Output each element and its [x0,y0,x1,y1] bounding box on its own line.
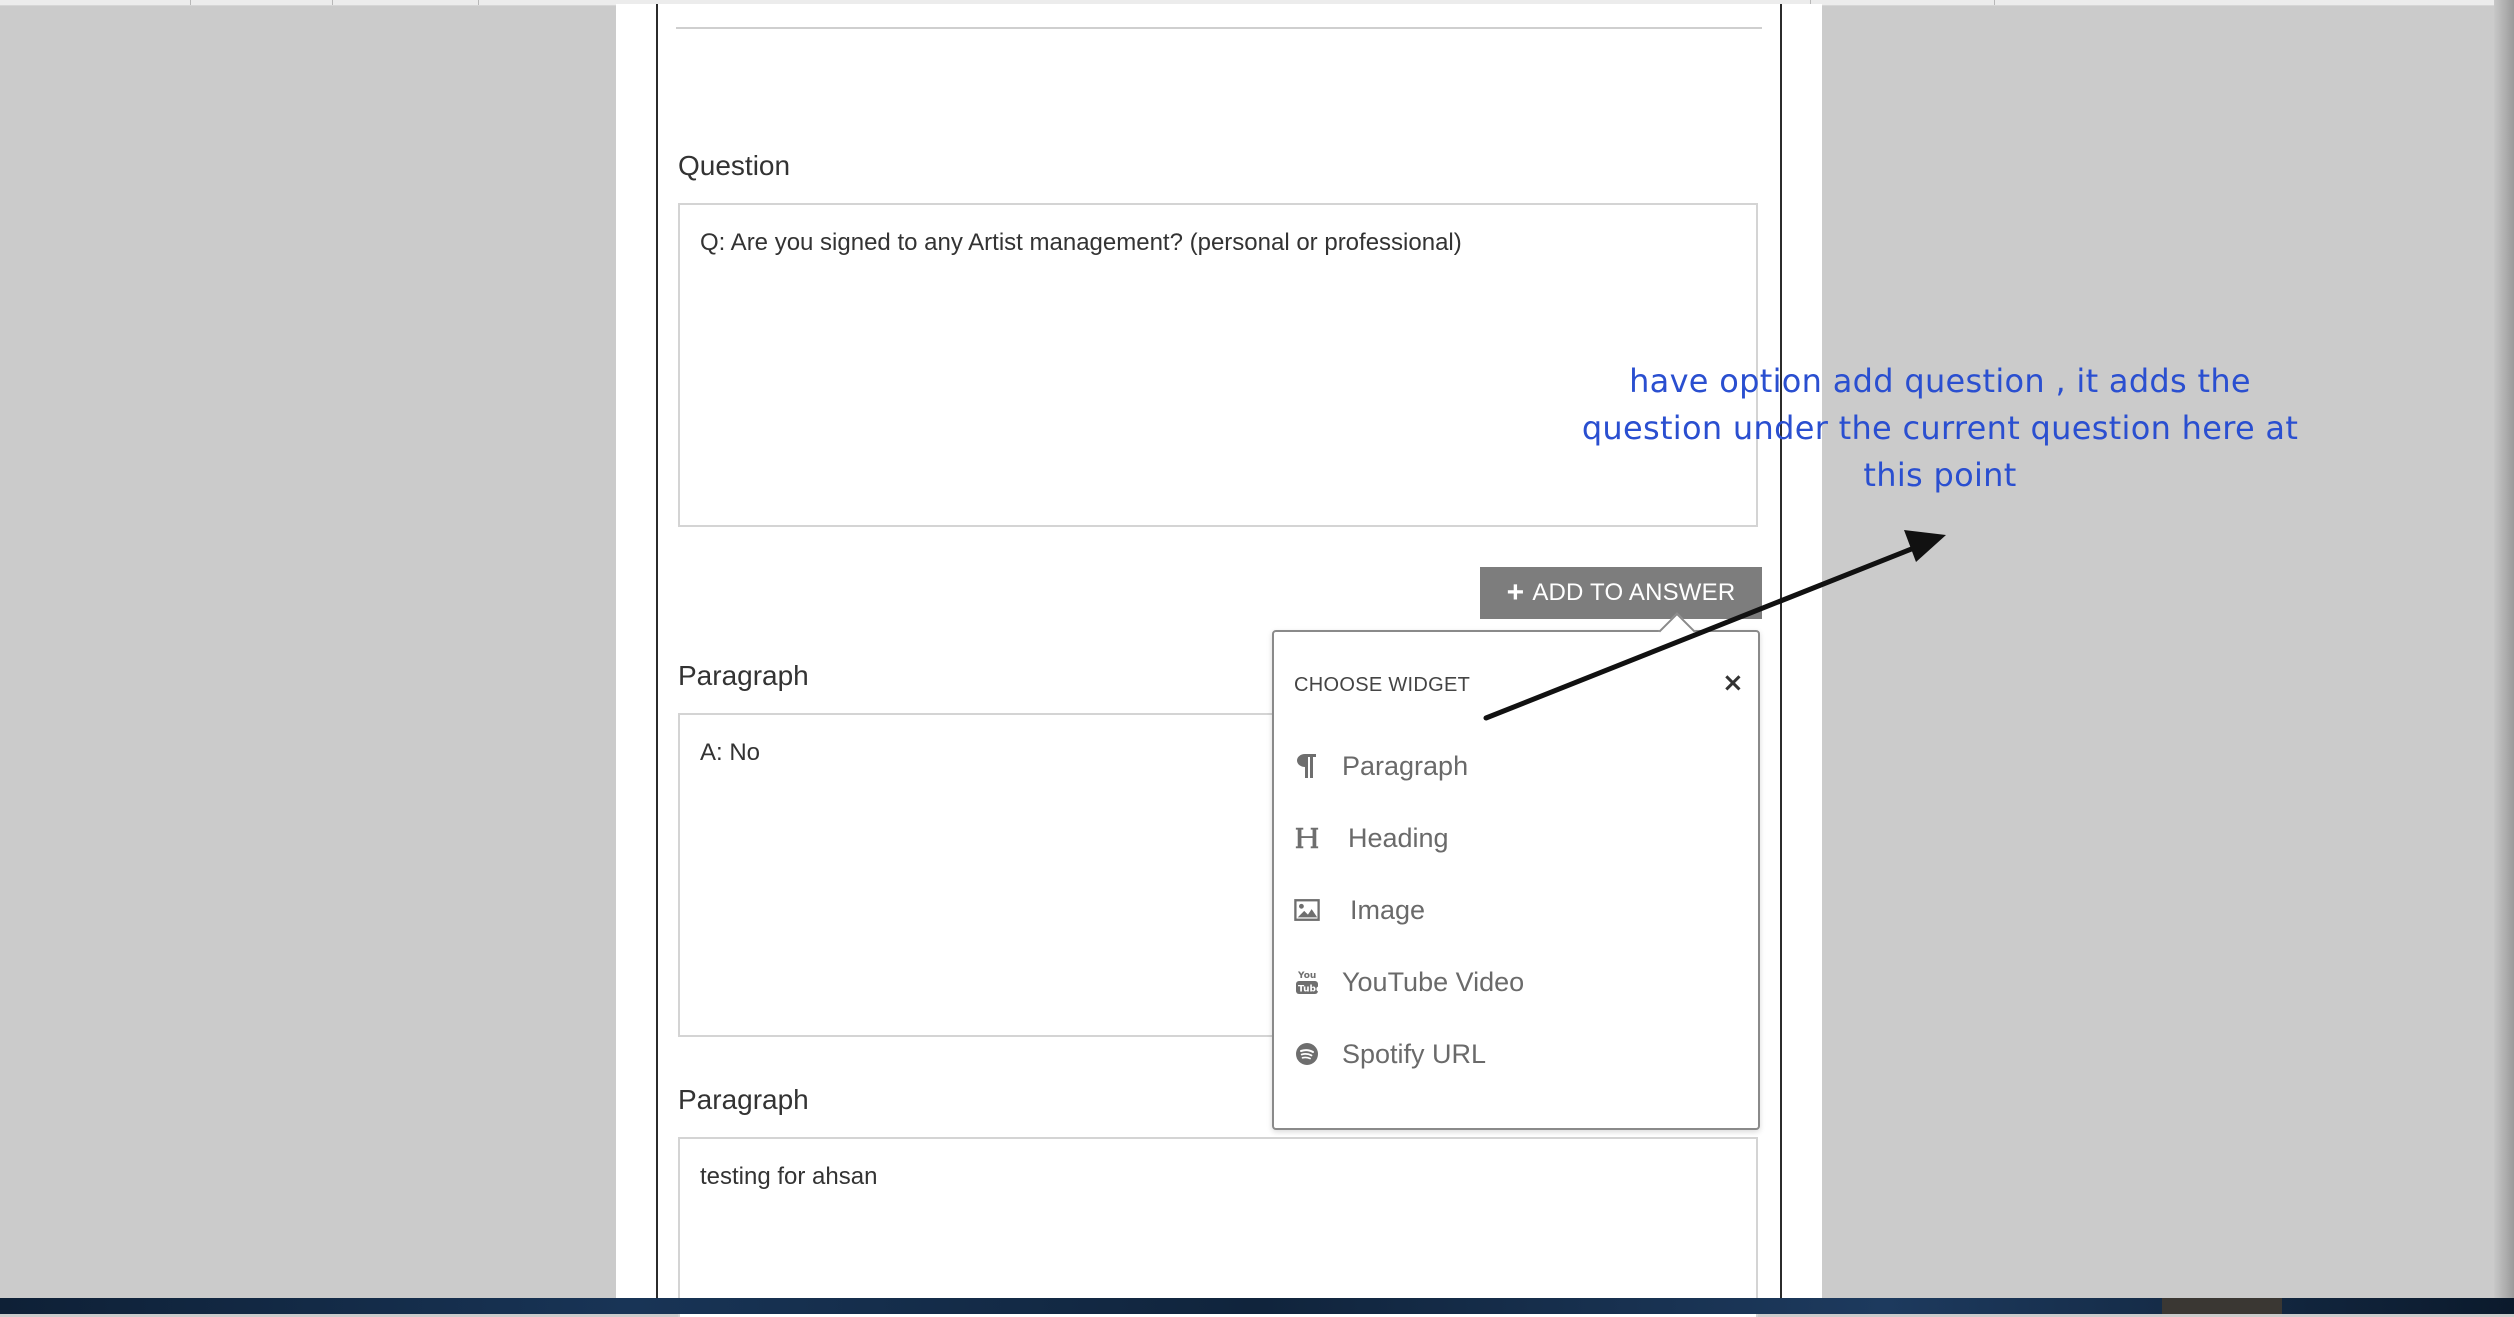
desktop-background [0,1298,2514,1314]
annotation-arrow [1483,530,1946,721]
window-edge-shadow [2494,0,2514,1298]
background-window [2162,1298,2282,1314]
